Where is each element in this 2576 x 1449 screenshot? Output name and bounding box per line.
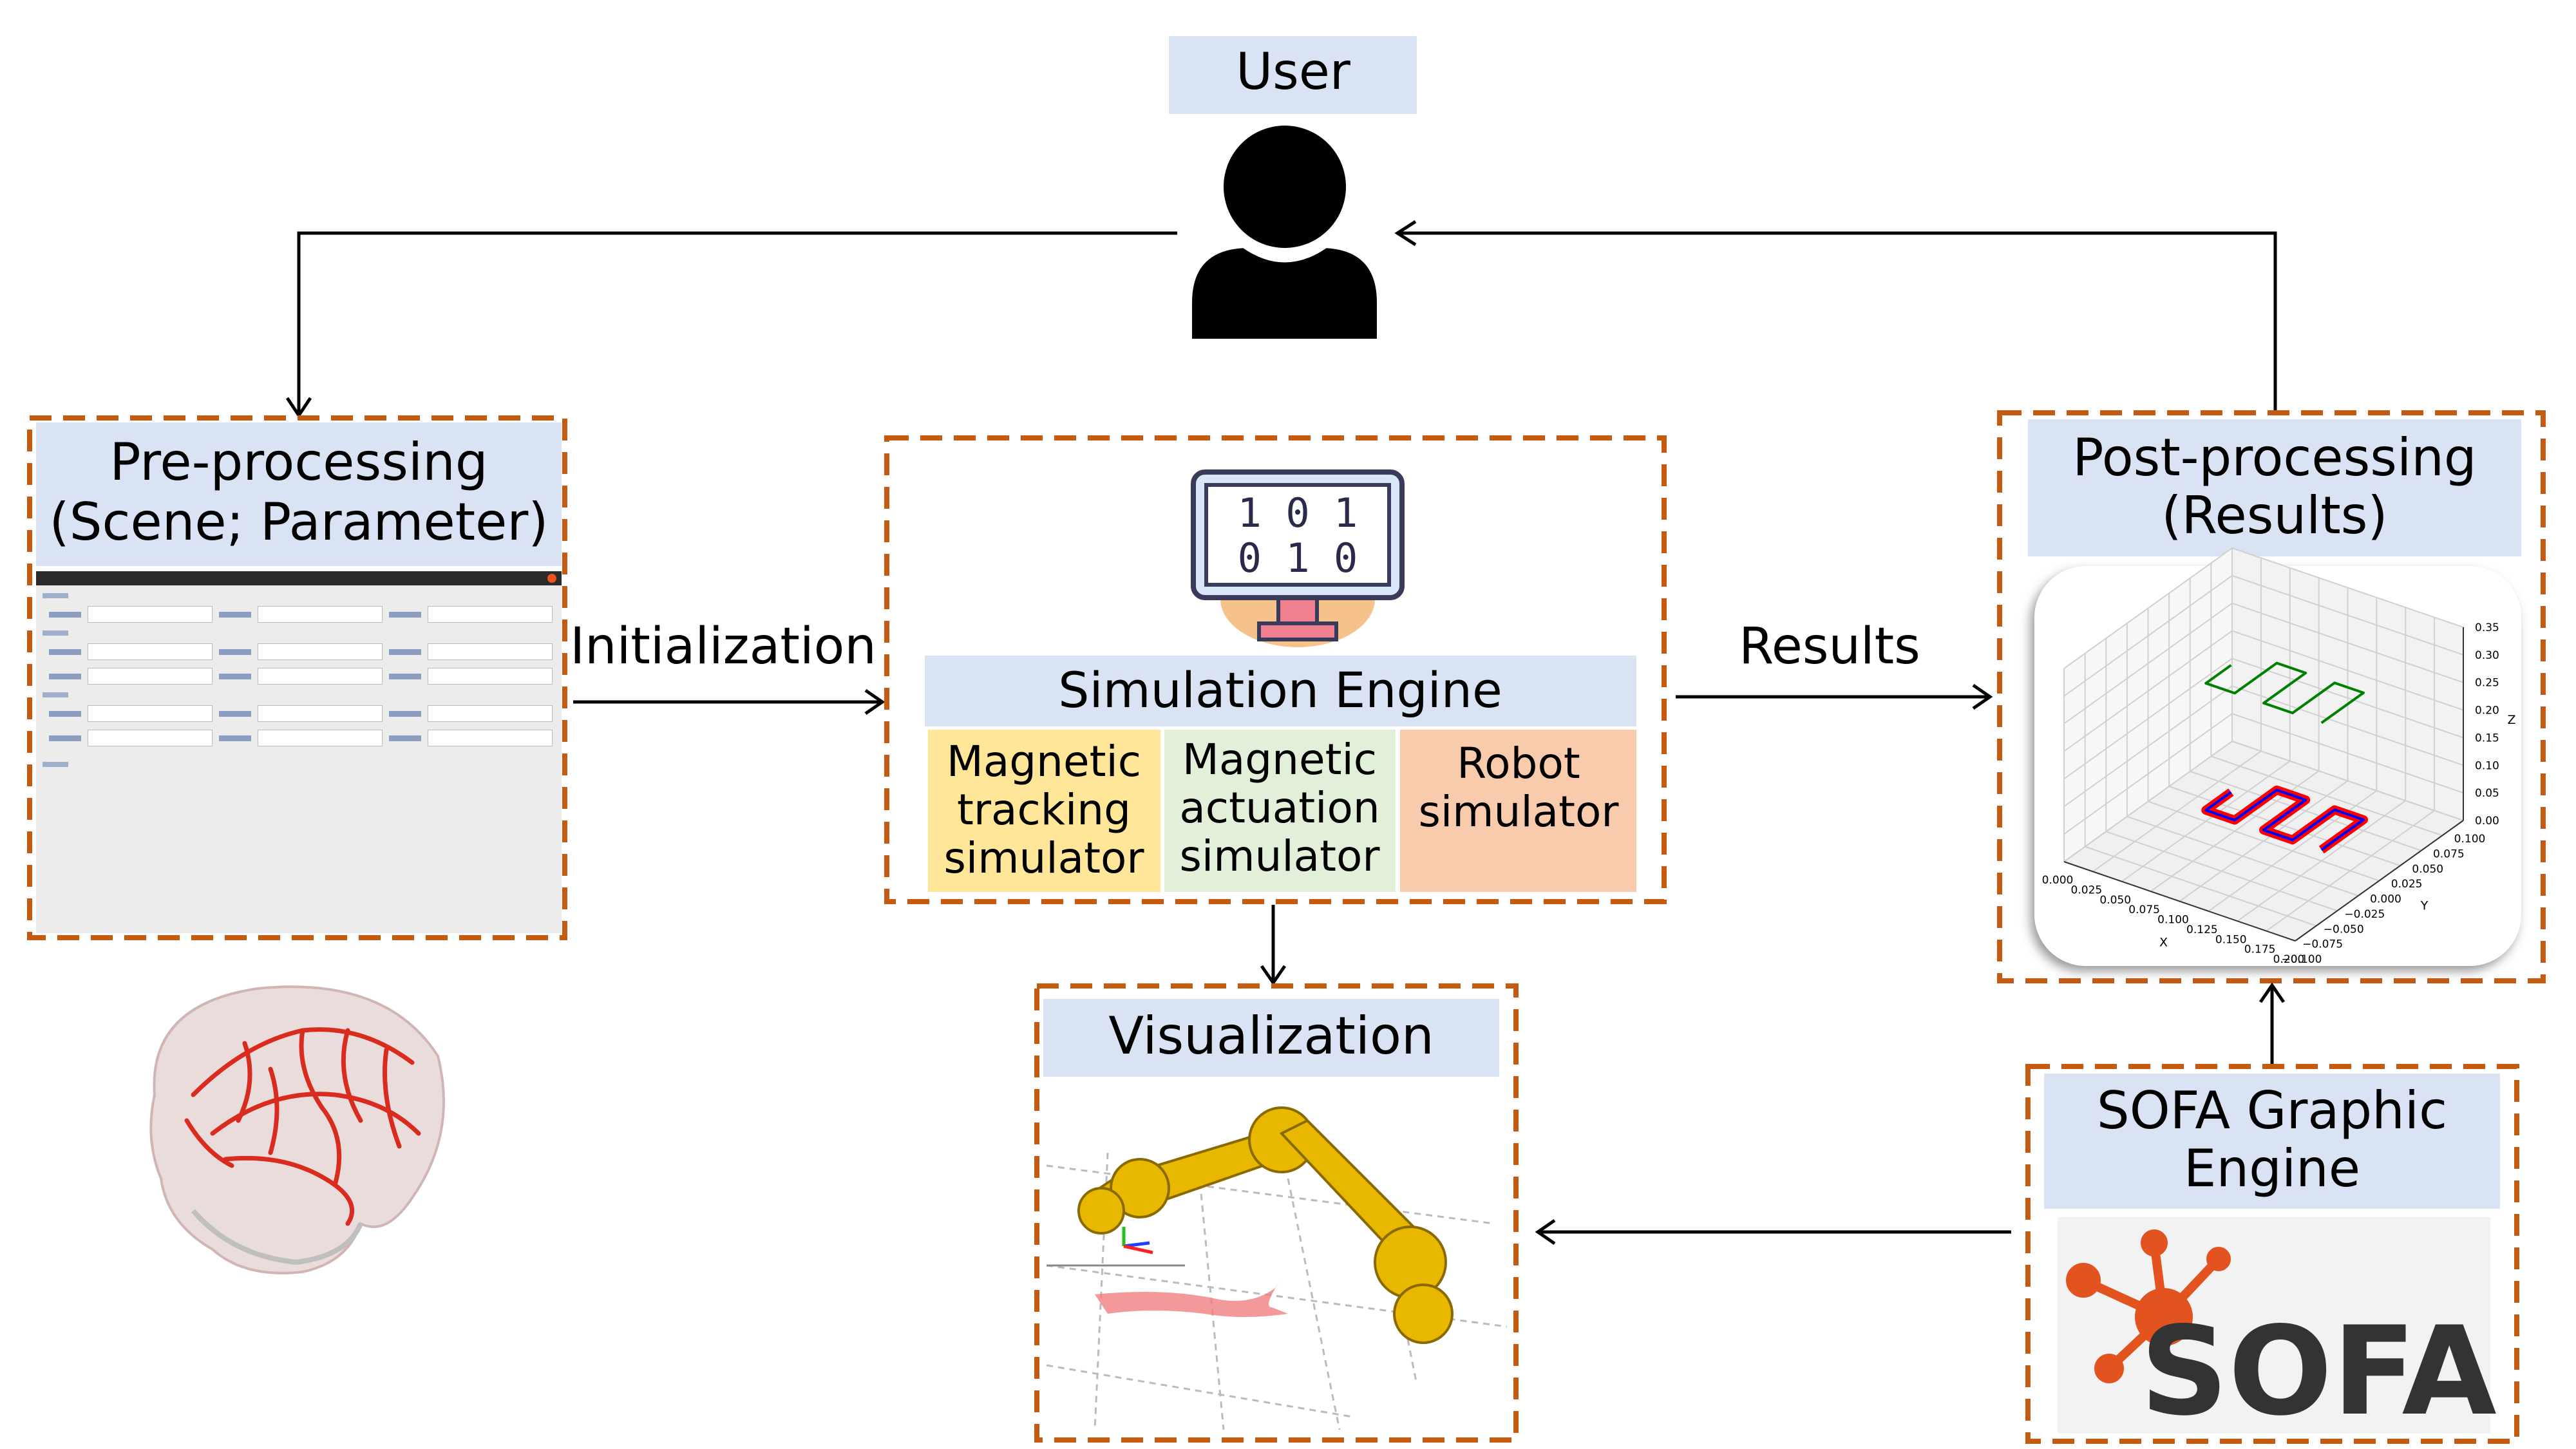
gui-section-header bbox=[43, 762, 68, 767]
y-tick-label: −0.050 bbox=[2324, 923, 2364, 936]
visualization-title: Visualization bbox=[1108, 1006, 1434, 1066]
module-text: simulator bbox=[1418, 787, 1619, 837]
gui-input[interactable] bbox=[258, 606, 383, 623]
gui-input[interactable] bbox=[258, 643, 383, 660]
gui-input[interactable] bbox=[428, 668, 553, 685]
z-tick-label: 0.20 bbox=[2475, 705, 2499, 717]
gui-section-header bbox=[43, 692, 68, 697]
arrow-user-to-preprocessing bbox=[297, 231, 1177, 412]
z-tick-label: 0.25 bbox=[2475, 677, 2499, 690]
initialization-label: Initialization bbox=[570, 618, 876, 676]
gui-row bbox=[49, 606, 553, 623]
x-tick-label: 0.150 bbox=[2215, 933, 2247, 946]
x-tick-label: 0.100 bbox=[2157, 914, 2189, 927]
z-tick-label: 0.05 bbox=[2475, 787, 2499, 800]
module-text: actuation bbox=[1179, 783, 1379, 833]
postprocessing-title-line1: Post-processing bbox=[2072, 428, 2476, 488]
module-text: tracking bbox=[957, 785, 1131, 835]
user-icon bbox=[1192, 126, 1377, 339]
module-text: Magnetic bbox=[947, 737, 1141, 786]
z-tick-label: 0.35 bbox=[2475, 621, 2499, 634]
gui-input[interactable] bbox=[428, 606, 553, 623]
gui-row bbox=[49, 730, 553, 746]
gui-input[interactable] bbox=[258, 730, 383, 746]
sofa-logo: SOFA bbox=[2058, 1217, 2497, 1443]
module-text: simulator bbox=[1179, 831, 1380, 881]
parameter-gui-window bbox=[36, 571, 562, 933]
gui-input[interactable] bbox=[258, 705, 383, 722]
results-label: Results bbox=[1739, 618, 1920, 676]
y-tick-label: 0.050 bbox=[2412, 863, 2443, 876]
gui-row bbox=[49, 668, 553, 685]
module-text: Magnetic bbox=[1182, 735, 1377, 784]
binary-text-line2: 0 1 0 bbox=[1238, 535, 1358, 582]
gui-input[interactable] bbox=[428, 730, 553, 746]
binary-text-line1: 1 0 1 bbox=[1238, 489, 1358, 536]
y-tick-label: −0.075 bbox=[2302, 938, 2343, 951]
y-tick-label: 0.100 bbox=[2454, 833, 2486, 846]
user-label: User bbox=[1236, 43, 1351, 101]
robot-arm-scene bbox=[1046, 1106, 1508, 1430]
x-tick-label: 0.175 bbox=[2244, 943, 2276, 956]
gui-input[interactable] bbox=[428, 643, 553, 660]
vessel-model bbox=[1095, 1278, 1288, 1317]
module-text: simulator bbox=[943, 833, 1144, 883]
arrow-postprocessing-to-user bbox=[1399, 231, 2277, 413]
window-titlebar bbox=[36, 571, 562, 585]
y-tick-label: 0.025 bbox=[2391, 878, 2423, 891]
postprocessing-title-line2: (Results) bbox=[2161, 486, 2387, 545]
y-axis-label: Y bbox=[2420, 899, 2429, 913]
sofa-logo-text: SOFA bbox=[2140, 1300, 2496, 1443]
y-tick-label: −0.100 bbox=[2282, 953, 2322, 966]
gui-input[interactable] bbox=[428, 705, 553, 722]
sofa-title-line1: SOFA Graphic bbox=[2097, 1081, 2447, 1141]
z-tick-label: 0.00 bbox=[2475, 815, 2499, 828]
simulation-engine-title: Simulation Engine bbox=[1058, 661, 1502, 719]
window-close-button[interactable] bbox=[547, 574, 556, 583]
y-tick-label: 0.075 bbox=[2433, 848, 2465, 860]
x-tick-label: 0.000 bbox=[2042, 874, 2074, 887]
gui-row bbox=[49, 643, 553, 660]
sofa-title-line2: Engine bbox=[2184, 1139, 2360, 1198]
brain-vessel-image bbox=[149, 985, 445, 1274]
binary-monitor-icon: 1 0 1 0 1 0 bbox=[1191, 469, 1405, 647]
z-tick-label: 0.10 bbox=[2475, 759, 2499, 772]
gui-input[interactable] bbox=[88, 668, 213, 685]
preprocessing-title-line1: Pre-processing bbox=[109, 432, 488, 492]
x-tick-label: 0.025 bbox=[2071, 884, 2103, 896]
preprocessing-title-line2: (Scene; Parameter) bbox=[50, 492, 549, 552]
gui-row bbox=[49, 705, 553, 722]
gui-input[interactable] bbox=[88, 705, 213, 722]
y-tick-label: 0.000 bbox=[2370, 893, 2401, 906]
gui-input[interactable] bbox=[88, 730, 213, 746]
gui-input[interactable] bbox=[88, 606, 213, 623]
z-axis-label: Z bbox=[2507, 713, 2515, 727]
gui-section-header bbox=[43, 593, 68, 598]
x-axis-label: X bbox=[2159, 936, 2168, 950]
gui-input[interactable] bbox=[258, 668, 383, 685]
x-tick-label: 0.075 bbox=[2128, 904, 2160, 916]
z-tick-label: 0.30 bbox=[2475, 649, 2499, 662]
module-text: Robot bbox=[1457, 739, 1580, 788]
x-tick-label: 0.050 bbox=[2099, 894, 2131, 907]
gui-section-header bbox=[43, 630, 68, 636]
z-tick-label: 0.15 bbox=[2475, 732, 2499, 744]
y-tick-label: −0.025 bbox=[2344, 908, 2385, 921]
x-tick-label: 0.125 bbox=[2186, 923, 2218, 936]
gui-input[interactable] bbox=[88, 643, 213, 660]
